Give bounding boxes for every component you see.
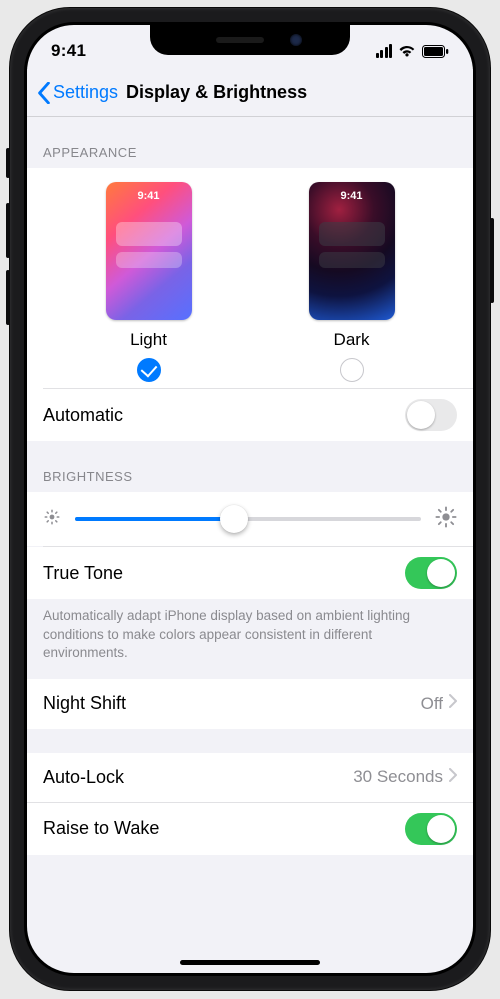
- chevron-right-icon: [449, 768, 457, 787]
- chevron-right-icon: [449, 694, 457, 713]
- section-header-appearance: APPEARANCE: [27, 117, 473, 168]
- chevron-left-icon: [37, 82, 51, 104]
- automatic-toggle[interactable]: [405, 399, 457, 431]
- home-indicator[interactable]: [180, 960, 320, 965]
- status-indicators: [376, 44, 450, 58]
- back-label: Settings: [53, 82, 118, 103]
- true-tone-row: True Tone: [27, 547, 473, 599]
- appearance-thumb-light: 9:41: [106, 182, 192, 320]
- automatic-label: Automatic: [43, 405, 123, 426]
- battery-icon: [422, 45, 449, 58]
- device-frame: 9:41 Settings Display & Brightness APPEA…: [10, 8, 490, 990]
- appearance-option-dark[interactable]: 9:41 Dark: [287, 182, 417, 382]
- sun-large-icon: [435, 506, 457, 533]
- appearance-card: 9:41 Light 9:41 Dark: [27, 168, 473, 441]
- volume-down-button: [6, 270, 10, 325]
- night-shift-label: Night Shift: [43, 693, 126, 714]
- side-button: [490, 218, 494, 303]
- thumb-time: 9:41: [309, 190, 395, 202]
- wifi-icon: [398, 44, 416, 58]
- appearance-option-light[interactable]: 9:41 Light: [84, 182, 214, 382]
- true-tone-footnote: Automatically adapt iPhone display based…: [27, 599, 473, 679]
- radio-selected-icon: [137, 358, 161, 382]
- brightness-slider-row: [27, 492, 473, 546]
- cellular-icon: [376, 44, 393, 58]
- thumb-time: 9:41: [106, 190, 192, 202]
- section-header-brightness: BRIGHTNESS: [27, 441, 473, 492]
- raise-to-wake-row: Raise to Wake: [27, 803, 473, 855]
- raise-to-wake-label: Raise to Wake: [43, 818, 159, 839]
- appearance-label: Dark: [334, 330, 370, 350]
- radio-unselected-icon: [340, 358, 364, 382]
- volume-up-button: [6, 203, 10, 258]
- true-tone-toggle[interactable]: [405, 557, 457, 589]
- night-shift-row[interactable]: Night Shift Off: [27, 679, 473, 729]
- status-time: 9:41: [51, 41, 86, 61]
- content-scroll[interactable]: APPEARANCE 9:41 Light 9:41: [27, 117, 473, 973]
- appearance-label: Light: [130, 330, 167, 350]
- auto-lock-value: 30 Seconds: [353, 767, 443, 787]
- page-title: Display & Brightness: [126, 82, 307, 103]
- mute-switch: [6, 148, 10, 178]
- notch: [150, 25, 350, 55]
- screen: 9:41 Settings Display & Brightness APPEA…: [27, 25, 473, 973]
- auto-lock-label: Auto-Lock: [43, 767, 124, 788]
- nav-bar: Settings Display & Brightness: [27, 69, 473, 117]
- true-tone-label: True Tone: [43, 563, 123, 584]
- night-shift-value: Off: [421, 694, 443, 714]
- auto-lock-row[interactable]: Auto-Lock 30 Seconds: [27, 753, 473, 803]
- sun-small-icon: [43, 508, 61, 531]
- automatic-row: Automatic: [27, 389, 473, 441]
- back-button[interactable]: Settings: [37, 82, 118, 104]
- appearance-thumb-dark: 9:41: [309, 182, 395, 320]
- raise-to-wake-toggle[interactable]: [405, 813, 457, 845]
- brightness-slider[interactable]: [75, 504, 421, 534]
